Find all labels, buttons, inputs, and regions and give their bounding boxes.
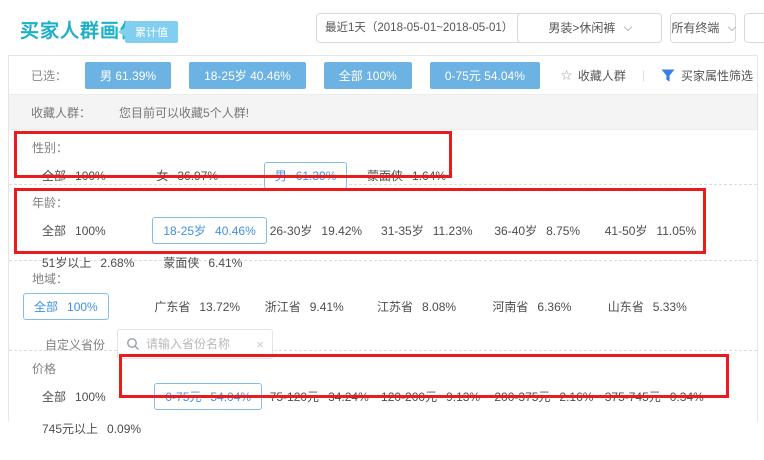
filter-funnel-icon: [661, 69, 675, 82]
price-options-row-1: 全部100% 0-75元54.04% 75-120元34.24% 120-200…: [9, 383, 757, 409]
favorite-crowd-label: 收藏人群：: [31, 104, 91, 121]
section-price-label: 价格: [9, 358, 757, 383]
selected-tag-gender[interactable]: 男 61.39%: [85, 62, 171, 89]
section-gender-label: 性别：: [9, 137, 757, 162]
age-option[interactable]: 26-30岁19.42%: [270, 218, 378, 244]
price-options-row-2: 745元以上0.09%: [9, 415, 757, 441]
selected-label: 已选：: [31, 67, 67, 84]
region-option[interactable]: 河南省6.36%: [492, 294, 604, 320]
province-search-box[interactable]: ×: [117, 329, 273, 359]
terminal-dropdown-label: 所有终端: [671, 21, 719, 35]
region-option[interactable]: 广东省13.72%: [154, 294, 261, 320]
chevron-down-icon: [623, 23, 631, 31]
clear-icon[interactable]: ×: [256, 337, 264, 352]
section-price: 价格 全部100% 0-75元54.04% 75-120元34.24% 120-…: [9, 350, 757, 460]
favorite-crowd-notice: 收藏人群： 您目前可以收藏5个人群!: [9, 94, 757, 130]
terminal-dropdown[interactable]: 所有终端: [670, 13, 736, 43]
partial-dropdown[interactable]: 全: [744, 13, 764, 43]
date-range-picker[interactable]: 最近1天（2018-05-01~2018-05-01） 16: [316, 13, 509, 43]
date-range-text[interactable]: 最近1天（2018-05-01~2018-05-01）: [316, 13, 521, 43]
age-option[interactable]: 36-40岁8.75%: [494, 218, 601, 244]
price-option-selected[interactable]: 0-75元54.04%: [154, 383, 266, 410]
price-option[interactable]: 75-120元34.24%: [270, 384, 378, 410]
age-option[interactable]: 41-50岁11.05%: [605, 218, 697, 244]
region-option-selected[interactable]: 全部100%: [23, 293, 151, 320]
selected-tag-age[interactable]: 18-25岁 40.46%: [189, 62, 306, 89]
search-icon: [126, 337, 140, 351]
price-option[interactable]: 200-375元2.16%: [494, 384, 601, 410]
price-option[interactable]: 120-200元9.13%: [381, 384, 491, 410]
age-option-selected[interactable]: 18-25岁40.46%: [152, 217, 266, 244]
price-option[interactable]: 375-745元0.34%: [605, 384, 704, 410]
region-option[interactable]: 江苏省8.08%: [377, 294, 489, 320]
section-gender: 性别： 全部100% 女36.97% 男61.39% 蒙面侠1.64%: [9, 130, 757, 184]
section-age-label: 年龄：: [9, 192, 757, 217]
star-icon: ☆: [560, 67, 573, 84]
region-option[interactable]: 山东省5.33%: [608, 294, 687, 320]
divider: |: [642, 68, 645, 82]
favorite-crowd-button[interactable]: 收藏人群: [578, 67, 626, 84]
selected-tag-region[interactable]: 全部 100%: [324, 62, 412, 89]
buyer-attribute-filter-button[interactable]: 买家属性筛选: [681, 67, 753, 84]
crowd-portrait-panel: 已选： 男 61.39% 18-25岁 40.46% 全部 100% 0-75元…: [8, 55, 758, 421]
age-option[interactable]: 蒙面侠6.41%: [163, 250, 242, 276]
province-search-input[interactable]: [146, 337, 256, 351]
region-option[interactable]: 浙江省9.41%: [265, 294, 374, 320]
accumulated-value-badge: 累计值: [125, 21, 178, 43]
age-option[interactable]: 全部100%: [42, 218, 149, 244]
selected-tag-price[interactable]: 0-75元 54.04%: [430, 62, 540, 89]
gender-option-selected[interactable]: 男61.39%: [264, 162, 364, 189]
selected-filters-bar: 已选： 男 61.39% 18-25岁 40.46% 全部 100% 0-75元…: [9, 56, 757, 94]
custom-province-label: 自定义省份: [45, 336, 105, 353]
gender-option[interactable]: 全部100%: [42, 163, 153, 189]
section-age: 年龄： 全部100% 18-25岁40.46% 26-30岁19.42% 31-…: [9, 184, 757, 260]
gender-option[interactable]: 女36.97%: [156, 163, 260, 189]
chevron-down-icon: [727, 23, 735, 31]
price-option[interactable]: 745元以上0.09%: [42, 416, 141, 442]
price-option[interactable]: 全部100%: [42, 384, 151, 410]
page-header: 买家人群画像 累计值 最近1天（2018-05-01~2018-05-01） 1…: [0, 0, 764, 55]
gender-option[interactable]: 蒙面侠1.64%: [367, 163, 446, 189]
age-options-row-1: 全部100% 18-25岁40.46% 26-30岁19.42% 31-35岁1…: [9, 217, 757, 243]
age-option[interactable]: 31-35岁11.23%: [381, 218, 491, 244]
region-options-row: 全部100% 广东省13.72% 浙江省9.41% 江苏省8.08% 河南省6.…: [9, 293, 757, 319]
favorite-crowd-message: 您目前可以收藏5个人群!: [119, 104, 249, 121]
category-dropdown-label: 男装>休闲裤: [548, 21, 615, 35]
filter-actions: ☆ 收藏人群 | 买家属性筛选: [560, 67, 753, 84]
category-dropdown[interactable]: 男装>休闲裤: [517, 13, 662, 43]
header-controls: 最近1天（2018-05-01~2018-05-01） 16 男装>休闲裤 所有…: [316, 13, 764, 43]
